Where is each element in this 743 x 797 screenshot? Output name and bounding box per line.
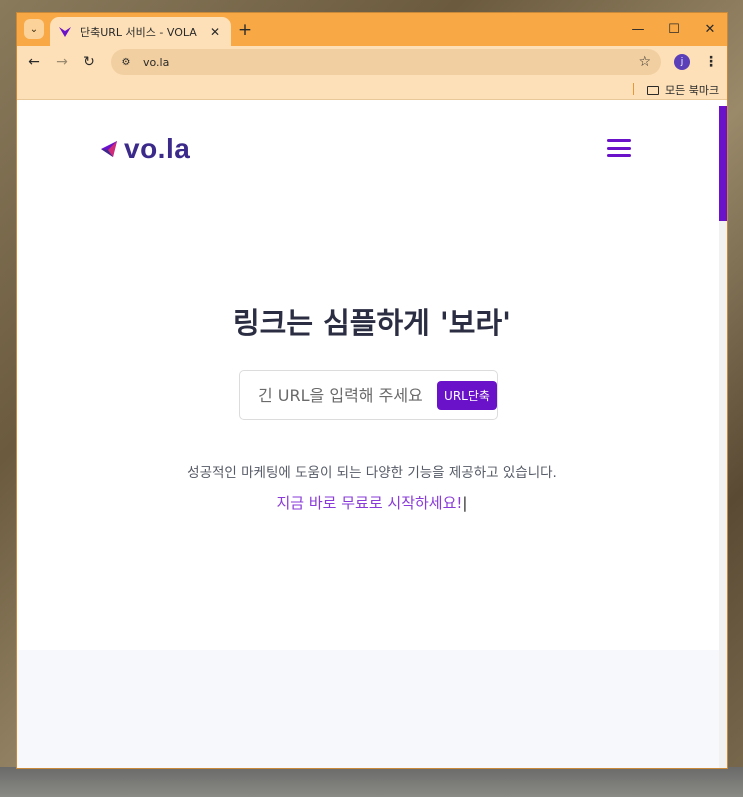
cta-link[interactable]: 지금 바로 무료로 시작하세요!| bbox=[17, 492, 727, 513]
long-url-input[interactable] bbox=[258, 385, 430, 405]
url-shorten-form: URL단축 bbox=[239, 370, 498, 420]
url-text[interactable]: vo.la bbox=[143, 56, 638, 69]
folder-icon bbox=[647, 85, 659, 95]
desktop-background bbox=[0, 767, 743, 797]
site-logo[interactable]: vo.la bbox=[99, 133, 190, 165]
profile-avatar[interactable]: j bbox=[674, 54, 690, 70]
bookmark-star-icon[interactable]: ☆ bbox=[638, 54, 651, 70]
address-bar[interactable]: ⚙ vo.la ☆ bbox=[111, 49, 661, 75]
all-bookmarks-folder[interactable]: 모든 북마크 bbox=[647, 82, 719, 98]
browser-window: ⌄ 단축URL 서비스 - VOLA ✕ + — ☐ ✕ ← → ↻ ⚙ vo.… bbox=[16, 12, 728, 769]
hero-title: 링크는 심플하게 '보라' bbox=[232, 306, 512, 340]
forward-arrow-icon[interactable]: → bbox=[52, 52, 72, 72]
vola-favicon-icon bbox=[58, 25, 72, 39]
browser-toolbar: ← → ↻ ⚙ vo.la ☆ j ⋮ bbox=[17, 46, 727, 78]
kebab-menu-icon[interactable]: ⋮ bbox=[703, 52, 719, 72]
reload-icon[interactable]: ↻ bbox=[79, 52, 99, 72]
bookmarks-separator bbox=[633, 83, 634, 95]
bookmarks-bar: 모든 북마크 bbox=[17, 78, 727, 100]
vola-logo-icon bbox=[101, 141, 117, 157]
close-icon[interactable]: ✕ bbox=[692, 13, 727, 46]
cta-text[interactable]: 지금 바로 무료로 시작하세요! bbox=[277, 494, 463, 512]
scrollbar-thumb[interactable] bbox=[719, 106, 727, 221]
page-scrollbar[interactable] bbox=[719, 106, 727, 768]
title-bar: ⌄ 단축URL 서비스 - VOLA ✕ + — ☐ ✕ bbox=[17, 13, 727, 46]
browser-tab[interactable]: 단축URL 서비스 - VOLA ✕ bbox=[50, 17, 231, 46]
shorten-url-button[interactable]: URL단축 bbox=[437, 380, 497, 410]
site-info-icon[interactable]: ⚙ bbox=[117, 53, 135, 71]
text-cursor: | bbox=[462, 494, 468, 512]
minimize-icon[interactable]: — bbox=[620, 13, 656, 46]
chevron-down-icon[interactable]: ⌄ bbox=[24, 19, 44, 39]
maximize-icon[interactable]: ☐ bbox=[656, 13, 692, 46]
bookmark-folder-label: 모든 북마크 bbox=[665, 84, 720, 97]
web-page: vo.la 링크는 심플하게 '보라' URL단축 성공적인 마케팅에 도움이 … bbox=[17, 106, 727, 768]
tab-close-icon[interactable]: ✕ bbox=[207, 25, 223, 39]
back-arrow-icon[interactable]: ← bbox=[24, 52, 44, 72]
tab-title: 단축URL 서비스 - VOLA bbox=[80, 25, 197, 39]
service-description: 성공적인 마케팅에 도움이 되는 다양한 기능을 제공하고 있습니다. bbox=[187, 465, 557, 481]
logo-text: vo.la bbox=[124, 133, 191, 164]
new-tab-button[interactable]: + bbox=[235, 20, 255, 40]
hamburger-menu-icon[interactable] bbox=[607, 139, 631, 157]
next-section-band bbox=[17, 650, 727, 768]
